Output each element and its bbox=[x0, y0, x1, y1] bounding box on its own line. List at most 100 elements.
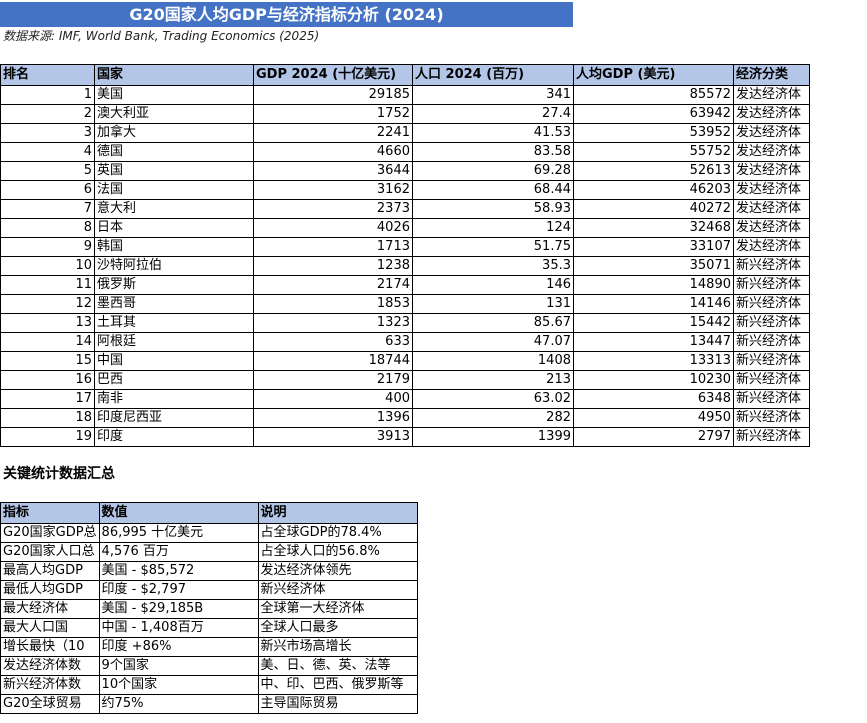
main-table-cell[interactable]: 341 bbox=[412, 85, 574, 105]
summary-table-cell[interactable]: 美国 - $29,185B bbox=[98, 599, 259, 619]
main-table-cell[interactable]: 51.75 bbox=[412, 237, 574, 257]
main-table-cell[interactable]: 2373 bbox=[253, 199, 413, 219]
main-table-cell[interactable]: 18 bbox=[0, 408, 95, 428]
main-table-cell[interactable]: 1399 bbox=[412, 427, 574, 447]
summary-table-cell[interactable]: 占全球GDP的78.4% bbox=[257, 523, 418, 543]
main-table-cell[interactable]: 中国 bbox=[94, 351, 254, 371]
main-table-cell[interactable]: 发达经济体 bbox=[733, 237, 810, 257]
main-table-cell[interactable]: 1408 bbox=[412, 351, 574, 371]
main-table-cell[interactable]: 日本 bbox=[94, 218, 254, 238]
main-table-cell[interactable]: 印度 bbox=[94, 427, 254, 447]
main-table-cell[interactable]: 澳大利亚 bbox=[94, 104, 254, 124]
main-table-cell[interactable]: 15 bbox=[0, 351, 95, 371]
summary-table-cell[interactable]: 新兴市场高增长 bbox=[257, 637, 418, 657]
main-table-cell[interactable]: 10230 bbox=[573, 370, 734, 390]
summary-table-cell[interactable]: 全球人口最多 bbox=[257, 618, 418, 638]
main-table-header-cell[interactable]: 人均GDP (美元) bbox=[573, 64, 734, 86]
main-table-cell[interactable]: 63.02 bbox=[412, 389, 574, 409]
main-table-cell[interactable]: 法国 bbox=[94, 180, 254, 200]
main-table-cell[interactable]: 意大利 bbox=[94, 199, 254, 219]
main-table-cell[interactable]: 阿根廷 bbox=[94, 332, 254, 352]
main-table-cell[interactable]: 1713 bbox=[253, 237, 413, 257]
summary-table-cell[interactable]: 美国 - $85,572 bbox=[98, 561, 259, 581]
main-table-cell[interactable]: 1323 bbox=[253, 313, 413, 333]
main-table-cell[interactable]: 18744 bbox=[253, 351, 413, 371]
main-table-cell[interactable]: 1 bbox=[0, 85, 95, 105]
main-table-cell[interactable]: 发达经济体 bbox=[733, 123, 810, 143]
main-table-cell[interactable]: 俄罗斯 bbox=[94, 275, 254, 295]
main-table-cell[interactable]: 3644 bbox=[253, 161, 413, 181]
summary-table-cell[interactable]: 新兴经济体数 bbox=[0, 675, 100, 695]
summary-table-cell[interactable]: 全球第一大经济体 bbox=[257, 599, 418, 619]
summary-table-cell[interactable]: 86,995 十亿美元 bbox=[98, 523, 259, 543]
summary-section-title[interactable]: 关键统计数据汇总 bbox=[3, 466, 115, 482]
main-table-cell[interactable]: 新兴经济体 bbox=[733, 275, 810, 295]
main-table-cell[interactable]: 27.4 bbox=[412, 104, 574, 124]
main-table-cell[interactable]: 41.53 bbox=[412, 123, 574, 143]
summary-table-cell[interactable]: 印度 +86% bbox=[98, 637, 259, 657]
main-table-cell[interactable]: 85.67 bbox=[412, 313, 574, 333]
main-table-cell[interactable]: 13447 bbox=[573, 332, 734, 352]
summary-table-cell[interactable]: 中、印、巴西、俄罗斯等 bbox=[257, 675, 418, 695]
main-table-cell[interactable]: 33107 bbox=[573, 237, 734, 257]
summary-table-cell[interactable]: 发达经济体领先 bbox=[257, 561, 418, 581]
main-table-cell[interactable]: 新兴经济体 bbox=[733, 427, 810, 447]
main-table-cell[interactable]: 发达经济体 bbox=[733, 218, 810, 238]
main-table-cell[interactable]: 2241 bbox=[253, 123, 413, 143]
main-table-cell[interactable]: 19 bbox=[0, 427, 95, 447]
main-table-cell[interactable]: 85572 bbox=[573, 85, 734, 105]
main-table-cell[interactable]: 12 bbox=[0, 294, 95, 314]
main-table-cell[interactable]: 土耳其 bbox=[94, 313, 254, 333]
summary-table-cell[interactable]: 最低人均GDP bbox=[0, 580, 100, 600]
main-table-cell[interactable]: 29185 bbox=[253, 85, 413, 105]
summary-table-cell[interactable]: 发达经济体数 bbox=[0, 656, 100, 676]
main-table-cell[interactable]: 46203 bbox=[573, 180, 734, 200]
main-table-cell[interactable]: 52613 bbox=[573, 161, 734, 181]
main-table-cell[interactable]: 美国 bbox=[94, 85, 254, 105]
main-table-cell[interactable]: 83.58 bbox=[412, 142, 574, 162]
main-table-cell[interactable]: 2797 bbox=[573, 427, 734, 447]
summary-table-cell[interactable]: 美、日、德、英、法等 bbox=[257, 656, 418, 676]
summary-table-cell[interactable]: 占全球人口的56.8% bbox=[257, 542, 418, 562]
main-table-cell[interactable]: 发达经济体 bbox=[733, 199, 810, 219]
main-table-cell[interactable]: 发达经济体 bbox=[733, 85, 810, 105]
main-table-cell[interactable]: 新兴经济体 bbox=[733, 370, 810, 390]
summary-table-header-cell[interactable]: 说明 bbox=[257, 502, 418, 524]
main-table-cell[interactable]: 282 bbox=[412, 408, 574, 428]
main-table-cell[interactable]: 63942 bbox=[573, 104, 734, 124]
summary-table-cell[interactable]: 印度 - $2,797 bbox=[98, 580, 259, 600]
main-table-cell[interactable]: 1238 bbox=[253, 256, 413, 276]
main-table-cell[interactable]: 47.07 bbox=[412, 332, 574, 352]
summary-table-cell[interactable]: 10个国家 bbox=[98, 675, 259, 695]
main-table-header-cell[interactable]: 排名 bbox=[0, 64, 95, 86]
main-table-cell[interactable]: 4 bbox=[0, 142, 95, 162]
main-table-cell[interactable]: 新兴经济体 bbox=[733, 332, 810, 352]
main-table-cell[interactable]: 新兴经济体 bbox=[733, 408, 810, 428]
main-table-cell[interactable]: 13313 bbox=[573, 351, 734, 371]
main-table-cell[interactable]: 40272 bbox=[573, 199, 734, 219]
main-table-cell[interactable]: 131 bbox=[412, 294, 574, 314]
main-table-cell[interactable]: 6 bbox=[0, 180, 95, 200]
main-table-cell[interactable]: 14890 bbox=[573, 275, 734, 295]
main-table-cell[interactable]: 400 bbox=[253, 389, 413, 409]
main-table-cell[interactable]: 3913 bbox=[253, 427, 413, 447]
main-table-cell[interactable]: 58.93 bbox=[412, 199, 574, 219]
main-table-header-cell[interactable]: 经济分类 bbox=[733, 64, 810, 86]
main-table-cell[interactable]: 8 bbox=[0, 218, 95, 238]
main-table-cell[interactable]: 7 bbox=[0, 199, 95, 219]
main-table-cell[interactable]: 124 bbox=[412, 218, 574, 238]
main-table-cell[interactable]: 南非 bbox=[94, 389, 254, 409]
main-table-cell[interactable]: 墨西哥 bbox=[94, 294, 254, 314]
summary-table-cell[interactable]: 9个国家 bbox=[98, 656, 259, 676]
main-table-cell[interactable]: 巴西 bbox=[94, 370, 254, 390]
main-table-cell[interactable]: 11 bbox=[0, 275, 95, 295]
main-table-cell[interactable]: 3162 bbox=[253, 180, 413, 200]
main-table-cell[interactable]: 13 bbox=[0, 313, 95, 333]
summary-table-cell[interactable]: 最大经济体 bbox=[0, 599, 100, 619]
main-table-cell[interactable]: 新兴经济体 bbox=[733, 313, 810, 333]
summary-table-cell[interactable]: G20国家人口总 bbox=[0, 542, 100, 562]
main-table-cell[interactable]: 2174 bbox=[253, 275, 413, 295]
main-table-cell[interactable]: 213 bbox=[412, 370, 574, 390]
main-table-cell[interactable]: 6348 bbox=[573, 389, 734, 409]
main-table-cell[interactable]: 发达经济体 bbox=[733, 142, 810, 162]
